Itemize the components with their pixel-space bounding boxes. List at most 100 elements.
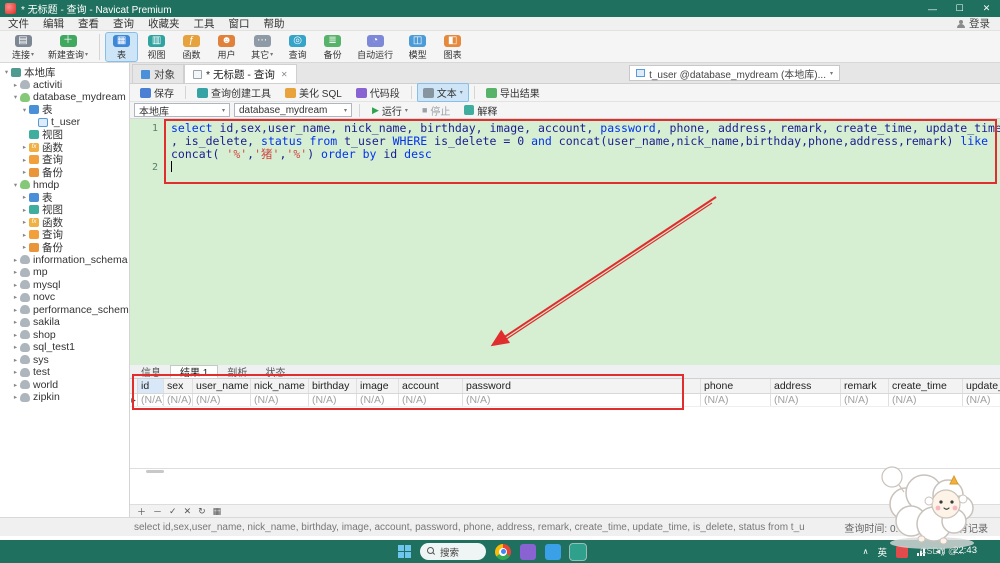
tree-item-hmdp-backups[interactable]: ▸ 备份 [0,241,129,254]
cell-image[interactable]: (N/A) [357,394,399,406]
stop-button[interactable]: ■ 停止 [417,103,455,118]
delete-record-button[interactable]: － [153,505,162,518]
discard-changes-button[interactable]: ✕ [184,506,192,517]
sql-editor[interactable]: 12 select id,sex,user_name, nick_name, b… [130,119,1000,365]
tree-item-mydream-views[interactable]: 视图 [0,129,129,141]
tree-item-hmdp-functions[interactable]: ▸ fx 函数 [0,216,129,229]
chevron-collapsed-icon[interactable]: ▸ [11,256,20,264]
chevron-collapsed-icon[interactable]: ▸ [11,281,20,289]
chevron-collapsed-icon[interactable]: ▸ [20,143,29,151]
start-button[interactable] [398,545,411,558]
chevron-collapsed-icon[interactable]: ▸ [11,393,20,401]
column-header-address[interactable]: address [771,379,841,393]
tree-item-db-sys[interactable]: ▸ sys [0,354,129,367]
code-snippet-button[interactable]: 代码段 [350,83,406,102]
grid-data-row[interactable]: ▶ (N/A) (N/A) (N/A) (N/A) (N/A) (N/A) (N/A) (N/A… [130,394,1000,407]
menu-item-7[interactable]: 帮助 [264,16,285,31]
cell-account[interactable]: (N/A) [399,394,463,406]
tree-item-db-performance-schema[interactable]: ▸ performance_schema [0,304,129,317]
chevron-collapsed-icon[interactable]: ▸ [20,156,29,164]
column-header-phone[interactable]: phone [701,379,771,393]
tree-item-table-t-user[interactable]: t_user [0,116,129,129]
chevron-collapsed-icon[interactable]: ▸ [11,306,20,314]
menu-item-4[interactable]: 收藏夹 [148,16,180,31]
chevron-collapsed-icon[interactable]: ▸ [11,268,20,276]
toolbar-button-backup[interactable]: ≣ 备份 [316,32,349,62]
tree-item-db-shop[interactable]: ▸ shop [0,329,129,342]
toolbar-button-connection[interactable]: ▤ 连接 ▾ [6,32,40,62]
chevron-collapsed-icon[interactable]: ▸ [11,343,20,351]
tree-item-db-mp[interactable]: ▸ mp [0,266,129,279]
toolbar-button-automation[interactable]: ◔ 自动运行 [351,32,399,62]
save-button[interactable]: 保存 [134,83,180,102]
toolbar-button-user[interactable]: ☻ 用户 [210,32,243,62]
column-header-id[interactable]: id [138,379,164,393]
result-tab-info[interactable]: 信息 [132,365,170,379]
explain-button[interactable]: 解释 [459,103,502,118]
chevron-collapsed-icon[interactable]: ▸ [11,356,20,364]
column-header-image[interactable]: image [357,379,399,393]
app-taskbar-icon-purple[interactable] [520,543,536,560]
export-result-button[interactable]: 导出结果 [480,83,546,102]
toolbar-button-query[interactable]: ◎ 查询 [281,32,314,62]
tree-item-local-connection[interactable]: ▾ 本地库 [0,66,129,79]
tree-item-db-hmdp[interactable]: ▾ hmdp [0,179,129,192]
toolbar-button-view[interactable]: ▥ 视图 [140,32,173,62]
network-icon[interactable] [916,547,925,556]
tree-item-db-novc[interactable]: ▸ novc [0,291,129,304]
chevron-collapsed-icon[interactable]: ▸ [11,331,20,339]
chevron-collapsed-icon[interactable]: ▸ [11,318,20,326]
splitter-handle[interactable] [146,470,164,473]
chevron-collapsed-icon[interactable]: ▸ [20,206,29,214]
chevron-expanded-icon[interactable]: ▾ [20,106,29,114]
column-header-sex[interactable]: sex [164,379,193,393]
tree-item-db-activiti[interactable]: ▸ activiti [0,79,129,92]
chevron-expanded-icon[interactable]: ▾ [11,93,20,101]
tree-item-db-mysql[interactable]: ▸ mysql [0,279,129,292]
cell-remark[interactable]: (N/A) [841,394,889,406]
menu-item-1[interactable]: 编辑 [43,16,64,31]
chrome-taskbar-icon[interactable] [495,543,511,560]
sql-code-area[interactable]: select id,sex,user_name, nick_name, birt… [164,119,1000,365]
menu-item-3[interactable]: 查询 [113,16,134,31]
database-select[interactable]: database_mydream ▾ [234,103,352,117]
result-tab-status[interactable]: 状态 [256,365,294,379]
navicat-taskbar-icon[interactable] [569,542,587,561]
grid-view-button[interactable]: ▦ [213,506,222,517]
column-header-nick_name[interactable]: nick_name [251,379,309,393]
tree-item-db-database-mydream[interactable]: ▾ database_mydream [0,91,129,104]
maximize-button[interactable]: ☐ [946,0,973,17]
cell-birthday[interactable]: (N/A) [309,394,357,406]
toolbar-button-table[interactable]: ▦ 表 [105,32,139,62]
login-button[interactable]: 登录 [957,16,990,31]
cell-nick_name[interactable]: (N/A) [251,394,309,406]
cell-address[interactable]: (N/A) [771,394,841,406]
tree-item-db-information-schema[interactable]: ▸ information_schema [0,254,129,267]
tree-item-mydream-functions[interactable]: ▸ fx 函数 [0,141,129,154]
tree-item-db-sql-test1[interactable]: ▸ sql_test1 [0,341,129,354]
toolbar-button-charts[interactable]: ◧ 图表 [436,32,469,62]
tab-objects[interactable]: 对象 [132,64,184,83]
chevron-collapsed-icon[interactable]: ▸ [20,243,29,251]
chevron-expanded-icon[interactable]: ▾ [11,181,20,189]
cell-password[interactable]: (N/A) [463,394,701,406]
taskbar-search[interactable]: 搜索 [420,543,486,560]
menu-item-0[interactable]: 文件 [8,16,29,31]
text-view-button[interactable]: 文本 ▾ [416,83,469,102]
chevron-collapsed-icon[interactable]: ▸ [11,381,20,389]
toolbar-button-function[interactable]: ƒ 函数 [175,32,208,62]
cell-id[interactable]: (N/A) [138,394,164,406]
tree-item-hmdp-views[interactable]: ▸ 视图 [0,204,129,216]
row-selector[interactable]: ▶ [130,394,138,406]
toolbar-button-others[interactable]: ⋯ 其它 ▾ [245,32,279,62]
column-header-remark[interactable]: remark [841,379,889,393]
column-header-update_time[interactable]: update_time [963,379,1000,393]
refresh-button[interactable]: ↻ [198,506,206,517]
chevron-collapsed-icon[interactable]: ▸ [11,81,20,89]
cell-phone[interactable]: (N/A) [701,394,771,406]
language-indicator[interactable]: 英 [877,545,887,559]
cell-sex[interactable]: (N/A) [164,394,193,406]
tree-item-mydream-queries[interactable]: ▸ 查询 [0,154,129,166]
taskbar-clock[interactable]: 22:43 [953,545,977,556]
app-taskbar-icon-blue[interactable] [545,543,561,560]
